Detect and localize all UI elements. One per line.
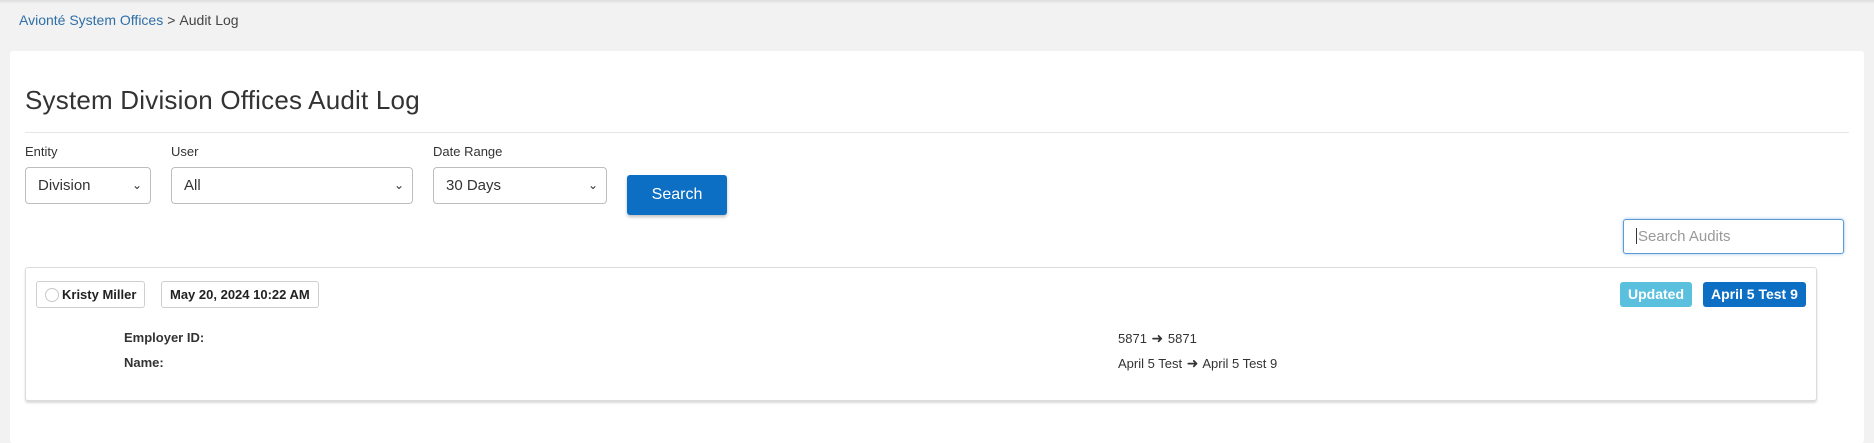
text-caret bbox=[1636, 227, 1637, 244]
breadcrumb-separator: > bbox=[167, 12, 176, 28]
search-audits-input[interactable]: Search Audits bbox=[1623, 219, 1844, 254]
title-divider bbox=[25, 132, 1849, 133]
chevron-down-icon: ⌄ bbox=[393, 178, 404, 192]
user-select-value: All bbox=[184, 177, 201, 194]
main-panel: System Division Offices Audit Log Entity… bbox=[10, 51, 1864, 443]
change-field-label: Name: bbox=[124, 355, 164, 370]
date-range-select[interactable]: 30 Days ⌄ bbox=[433, 167, 607, 204]
entity-filter-label: Entity bbox=[25, 144, 58, 159]
breadcrumb-link-system-offices[interactable]: Avionté System Offices bbox=[19, 12, 163, 28]
new-value: April 5 Test 9 bbox=[1202, 356, 1278, 371]
new-value: 5871 bbox=[1167, 331, 1197, 346]
audit-user-name: Kristy Miller bbox=[62, 287, 137, 302]
status-badge-updated: Updated bbox=[1620, 282, 1692, 307]
entity-select[interactable]: Division ⌄ bbox=[25, 167, 151, 204]
audit-entry-card: Kristy Miller May 20, 2024 10:22 AM Upda… bbox=[25, 267, 1817, 401]
old-value: April 5 Test bbox=[1118, 356, 1183, 371]
old-value: 5871 bbox=[1118, 331, 1147, 346]
search-audits-placeholder: Search Audits bbox=[1638, 228, 1731, 245]
avatar-circle-icon bbox=[45, 287, 59, 302]
breadcrumb-current: Audit Log bbox=[179, 12, 239, 28]
breadcrumb: Avionté System Offices > Audit Log bbox=[19, 12, 239, 28]
audit-user-chip: Kristy Miller bbox=[36, 281, 146, 308]
arrow-right-icon: ➜ bbox=[1186, 355, 1199, 371]
date-range-select-value: 30 Days bbox=[446, 177, 502, 194]
chevron-down-icon: ⌄ bbox=[131, 178, 142, 192]
arrow-right-icon: ➜ bbox=[1151, 330, 1164, 346]
user-filter-label: User bbox=[171, 144, 199, 159]
top-bar-shadow bbox=[0, 0, 1874, 4]
change-field-label: Employer ID: bbox=[124, 330, 205, 345]
change-field-value: April 5 Test ➜ April 5 Test 9 bbox=[1118, 355, 1277, 372]
search-button[interactable]: Search bbox=[627, 175, 727, 215]
entity-name-badge: April 5 Test 9 bbox=[1703, 282, 1806, 307]
chevron-down-icon: ⌄ bbox=[587, 178, 598, 192]
audit-timestamp-chip: May 20, 2024 10:22 AM bbox=[161, 281, 319, 308]
page-title: System Division Offices Audit Log bbox=[25, 85, 420, 115]
user-select[interactable]: All ⌄ bbox=[171, 167, 413, 204]
entity-select-value: Division bbox=[38, 177, 91, 194]
change-field-value: 5871 ➜ 5871 bbox=[1118, 330, 1197, 347]
date-range-filter-label: Date Range bbox=[433, 144, 503, 159]
